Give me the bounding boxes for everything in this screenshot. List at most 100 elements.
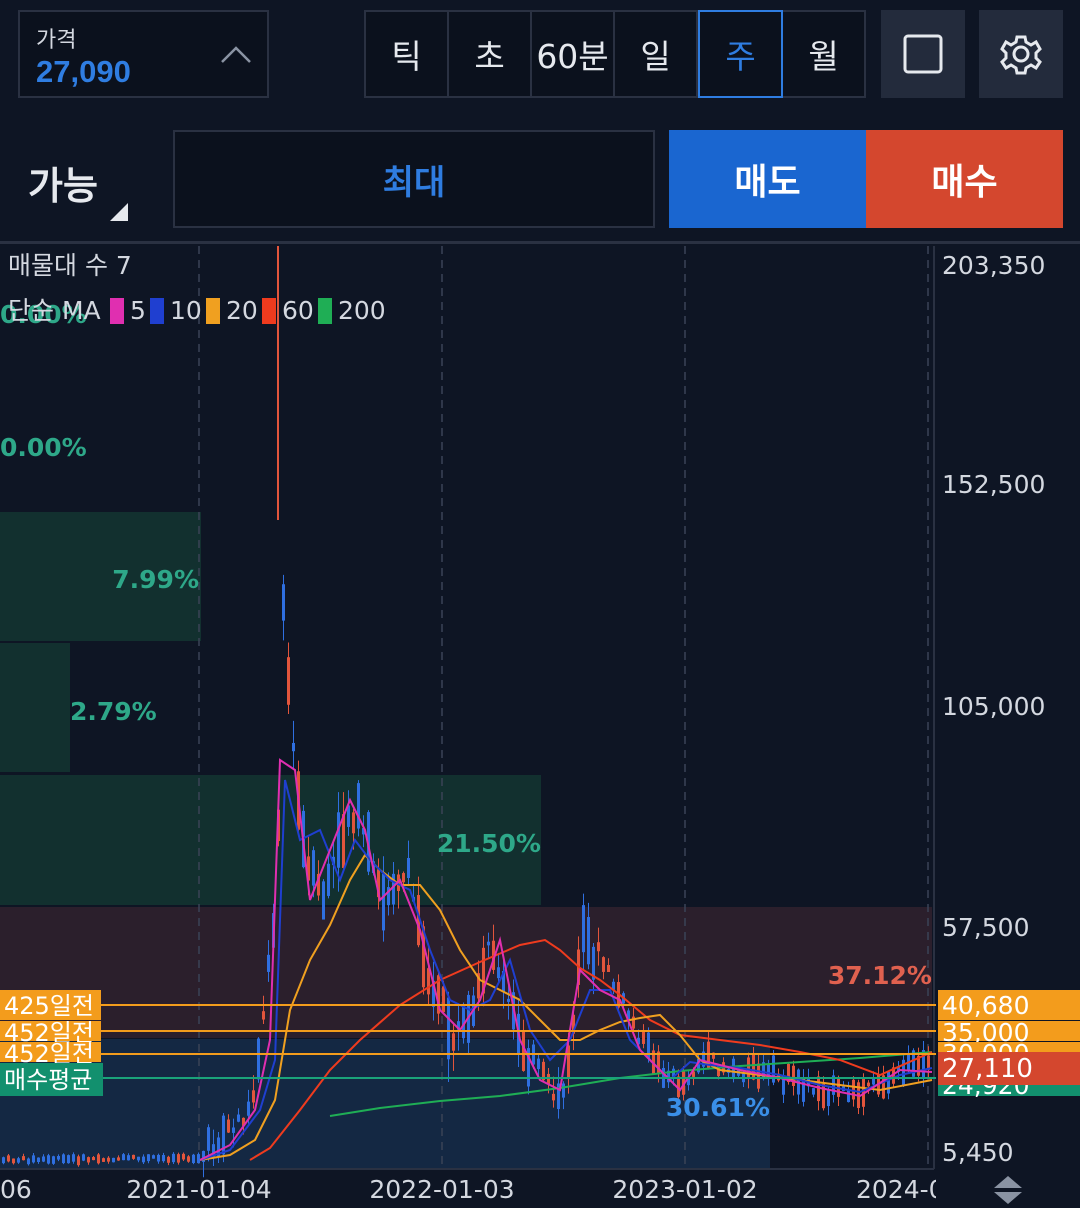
candle-body	[52, 1156, 55, 1164]
candle-body	[72, 1154, 75, 1162]
candle-body	[752, 1053, 755, 1080]
ma-legend-item: 10	[170, 296, 202, 325]
timeframe-tabs: 틱 초 60분 일 주 월	[364, 10, 866, 98]
max-quantity-button[interactable]: 최대	[173, 130, 655, 228]
candle-body	[812, 1088, 815, 1095]
x-tick-label: 2022-01-03	[369, 1175, 514, 1204]
candle-body	[232, 1127, 235, 1133]
candle-body	[117, 1157, 120, 1161]
candle-body	[92, 1157, 95, 1161]
tab-month[interactable]: 월	[783, 12, 864, 96]
ma-legend-item: 5	[130, 296, 146, 325]
profile-pct-label: 2.79%	[70, 697, 157, 726]
candle-body	[262, 1011, 265, 1020]
candle-body	[37, 1157, 40, 1162]
candle-body	[267, 954, 270, 972]
candle-body	[147, 1154, 150, 1162]
gear-icon	[1000, 35, 1042, 75]
volume-profile-title: 매물대 수 7	[8, 251, 132, 280]
candle-body	[12, 1158, 15, 1164]
candle-body	[342, 814, 345, 868]
candle-body	[352, 812, 355, 834]
avg-buy-label: 매수평균	[4, 1066, 92, 1094]
candle-body	[237, 1114, 240, 1122]
candle-body	[132, 1154, 135, 1159]
ma-5-swatch	[110, 298, 124, 324]
candle-body	[337, 812, 340, 868]
chevron-up-icon	[221, 46, 251, 63]
candle-body	[487, 941, 490, 946]
candle-body	[27, 1158, 30, 1165]
candle-body	[357, 783, 360, 829]
profile-pct-label: 0.00%	[0, 433, 87, 462]
price-chart[interactable]: 0.00% 0.00% 7.99% 2.79% 21.50% 37.12% 30…	[0, 244, 1080, 1208]
candle-body	[312, 850, 315, 886]
candle-body	[7, 1155, 10, 1162]
level-price: 40,680	[942, 991, 1029, 1020]
candle-body	[442, 986, 445, 1013]
candle-body	[327, 863, 330, 896]
x-tick-label: 2024-0	[856, 1175, 945, 1204]
candle-body	[2, 1157, 5, 1164]
candle-body	[402, 873, 405, 883]
candle-body	[597, 942, 600, 952]
tab-tick[interactable]: 틱	[366, 12, 449, 96]
candle-body	[292, 742, 295, 752]
candle-body	[97, 1154, 100, 1164]
profile-pct-label: 7.99%	[112, 565, 199, 594]
candle-body	[287, 657, 290, 705]
candle-body	[182, 1153, 185, 1160]
tab-60min[interactable]: 60분	[532, 12, 615, 96]
ma-10-swatch	[150, 298, 164, 324]
tab-second[interactable]: 초	[449, 12, 532, 96]
current-price: 27,110	[942, 1054, 1033, 1084]
candle-body	[17, 1158, 20, 1163]
candle-body	[452, 1033, 455, 1051]
candle-body	[322, 881, 325, 920]
candle-body	[197, 1154, 200, 1164]
x-tick-label: 2023-01-02	[612, 1175, 757, 1204]
candle-body	[407, 857, 410, 879]
candle-body	[122, 1154, 125, 1161]
candle-body	[642, 1030, 645, 1044]
y-tick-label: 105,000	[942, 692, 1045, 721]
candle-body	[847, 1090, 850, 1103]
candle-body	[872, 1078, 875, 1085]
y-tick-label: 152,500	[942, 470, 1045, 499]
candle-body	[32, 1155, 35, 1163]
candle-body	[142, 1156, 145, 1163]
candle-body	[747, 1057, 750, 1079]
square-icon	[903, 34, 943, 74]
candle-body	[207, 1127, 210, 1151]
tab-week[interactable]: 주	[698, 10, 783, 98]
candle-body	[87, 1157, 90, 1163]
candle-body	[152, 1155, 155, 1159]
price-label: 가격	[36, 28, 77, 53]
candle-body	[102, 1158, 105, 1162]
candle-body	[257, 1038, 260, 1080]
profile-pct-label: 21.50%	[437, 829, 541, 858]
candle-body	[67, 1155, 70, 1164]
candle-body	[852, 1079, 855, 1100]
dropdown-corner-icon	[110, 203, 128, 221]
profile-pct-label: 30.61%	[666, 1093, 770, 1122]
price-selector[interactable]: 가격 27,090	[18, 10, 269, 98]
candle-body	[582, 905, 585, 953]
candle-body	[507, 998, 510, 1002]
candle-body	[792, 1065, 795, 1086]
profile-pct-label: 37.12%	[828, 961, 932, 990]
candle-body	[607, 965, 610, 973]
fullscreen-button[interactable]	[881, 10, 965, 98]
x-tick-label: 06	[0, 1175, 32, 1204]
tab-day[interactable]: 일	[615, 12, 698, 96]
candle-body	[137, 1156, 140, 1161]
candle-body	[187, 1156, 190, 1162]
candle-body	[757, 1063, 760, 1089]
ma-legend-item: 20	[226, 296, 258, 325]
settings-button[interactable]	[979, 10, 1063, 98]
candle-body	[42, 1156, 45, 1162]
buy-button[interactable]: 매수	[866, 130, 1063, 228]
sell-button[interactable]: 매도	[669, 130, 866, 228]
available-label[interactable]: 가능	[28, 155, 98, 210]
candle-body	[22, 1156, 25, 1161]
